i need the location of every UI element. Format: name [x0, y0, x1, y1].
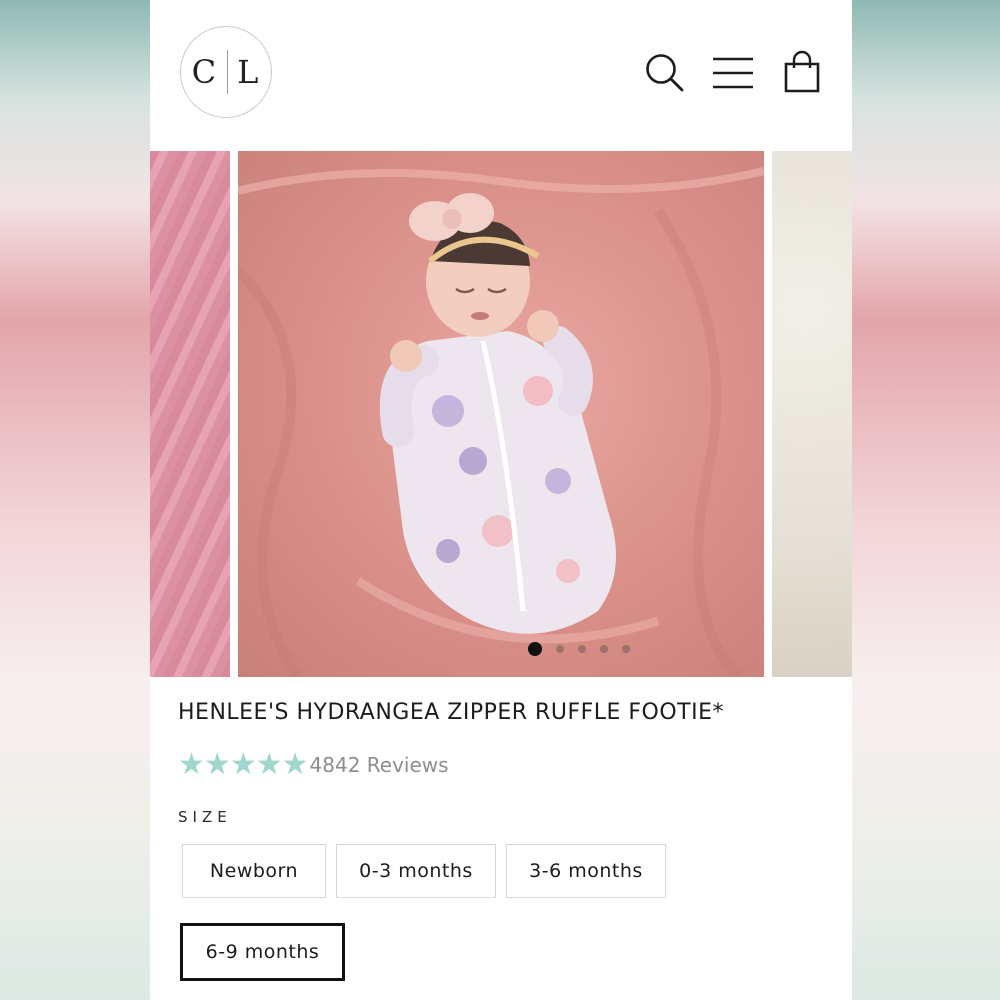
star-icon: ★ [229, 747, 257, 782]
size-option-0-3-months[interactable]: 0-3 months [336, 844, 496, 898]
star-icon: ★ [203, 747, 231, 782]
size-option-newborn[interactable]: Newborn [182, 844, 326, 898]
logo-letter-right: L [237, 53, 261, 91]
shopping-bag-icon[interactable] [782, 50, 822, 94]
size-option-6-9-months[interactable]: 6-9 months [180, 923, 345, 981]
baby-photo-illustration [238, 167, 764, 677]
size-label: SIZE [178, 808, 232, 826]
logo-monogram: C L [192, 50, 261, 94]
carousel-dot[interactable] [622, 645, 630, 653]
product-page: C L HENLEE'S HYDRANGEA ZIPPER RUFFLE FOO… [150, 0, 852, 1000]
carousel-dot[interactable] [578, 645, 586, 653]
next-slide-image[interactable] [772, 151, 852, 677]
brand-logo[interactable]: C L [180, 26, 272, 118]
logo-divider [227, 50, 229, 94]
carousel-dot[interactable] [528, 642, 542, 656]
menu-icon[interactable] [712, 56, 754, 90]
star-icon: ★ [255, 747, 283, 782]
product-rating[interactable]: ★ ★ ★ ★ ★ 4842 Reviews [178, 750, 449, 780]
search-icon[interactable] [644, 52, 686, 94]
carousel-dot[interactable] [600, 645, 608, 653]
carousel-dots [528, 642, 630, 656]
logo-letter-left: C [191, 53, 219, 91]
reviews-count-link[interactable]: 4842 Reviews [310, 753, 449, 777]
star-icon: ★ [178, 747, 205, 782]
star-icon: ★ [281, 747, 309, 782]
product-image-carousel[interactable] [150, 151, 852, 677]
product-main-image[interactable] [238, 151, 764, 677]
product-title: HENLEE'S HYDRANGEA ZIPPER RUFFLE FOOTIE* [178, 700, 725, 725]
size-option-3-6-months[interactable]: 3-6 months [506, 844, 666, 898]
carousel-dot[interactable] [556, 645, 564, 653]
previous-slide-image[interactable] [150, 151, 230, 677]
